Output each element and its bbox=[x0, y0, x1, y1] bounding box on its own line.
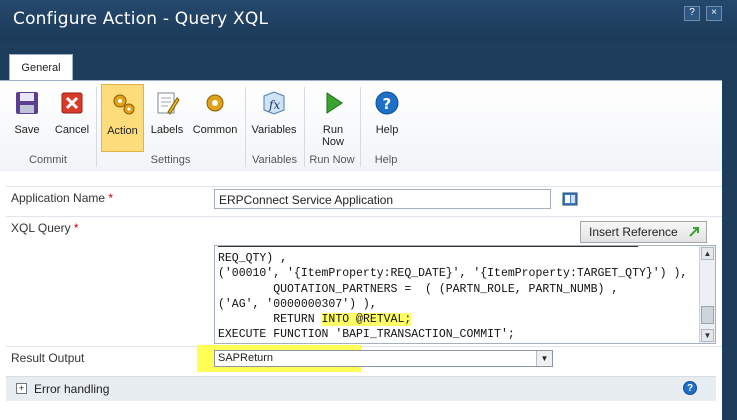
help-icon[interactable]: ? bbox=[683, 381, 697, 395]
code-line: EXECUTE FUNCTION 'BAPI_TRANSACTION_COMMI… bbox=[218, 328, 515, 342]
variables-button[interactable]: fx Variables bbox=[248, 84, 300, 150]
scroll-thumb[interactable] bbox=[701, 306, 714, 324]
help-button[interactable]: ? Help bbox=[365, 84, 409, 150]
window-help-icon[interactable]: ? bbox=[684, 6, 700, 21]
group-commit-label: Commit bbox=[29, 154, 67, 166]
highlighted-code: INTO @RETVAL; bbox=[321, 313, 412, 327]
common-button[interactable]: Common bbox=[190, 84, 240, 150]
title-bar: Configure Action - Query XQL ? × bbox=[0, 0, 737, 42]
scroll-down-icon[interactable]: ▼ bbox=[701, 329, 714, 342]
tab-general[interactable]: General bbox=[9, 54, 73, 82]
editor-scrollbar[interactable]: ▲ ▼ bbox=[699, 246, 715, 343]
application-name-field[interactable]: ERPConnect Service Application bbox=[214, 189, 551, 209]
svg-text:fx: fx bbox=[268, 98, 280, 112]
labels-edit-icon bbox=[157, 92, 180, 115]
result-output-label: Result Output bbox=[11, 351, 85, 365]
xql-code: REQ_QTY) , ('00010', '{ItemProperty:REQ_D… bbox=[218, 246, 696, 343]
group-settings-label: Settings bbox=[150, 154, 191, 166]
save-button[interactable]: Save bbox=[5, 84, 49, 150]
svg-text:?: ? bbox=[383, 95, 392, 113]
action-label: Action bbox=[107, 125, 138, 137]
ribbon: Save Cancel Action Labels Common fx Vari… bbox=[0, 80, 722, 172]
result-output-select[interactable]: SAPReturn ▼ bbox=[214, 350, 553, 367]
group-variables-label: Variables bbox=[251, 154, 298, 166]
result-output-value: SAPReturn bbox=[218, 352, 274, 364]
insert-reference-label: Insert Reference bbox=[589, 225, 678, 239]
variables-label: Variables bbox=[251, 124, 297, 136]
code-line: ('00010', '{ItemProperty:REQ_DATE}', '{I… bbox=[218, 267, 688, 281]
code-line: RETURN INTO @RETVAL; bbox=[218, 312, 696, 327]
cancel-button[interactable]: Cancel bbox=[52, 84, 92, 150]
xql-query-editor[interactable]: REQ_QTY) , ('00010', '{ItemProperty:REQ_D… bbox=[214, 245, 716, 344]
labels-label: Labels bbox=[150, 124, 184, 136]
insert-reference-button[interactable]: Insert Reference bbox=[580, 221, 707, 243]
scroll-up-icon[interactable]: ▲ bbox=[701, 247, 714, 260]
help-label: Help bbox=[375, 124, 399, 136]
function-fx-icon: fx bbox=[263, 91, 285, 115]
gear-icon bbox=[206, 94, 224, 112]
error-handling-label: Error handling bbox=[34, 382, 110, 396]
code-line: REQ_QTY) , bbox=[218, 252, 288, 265]
page-scrollbar[interactable] bbox=[722, 42, 737, 420]
insert-arrow-icon bbox=[689, 227, 699, 237]
group-help-label: Help bbox=[374, 154, 398, 166]
cancel-label: Cancel bbox=[54, 124, 90, 136]
close-icon[interactable]: × bbox=[706, 6, 722, 21]
cancel-x-icon bbox=[61, 92, 83, 114]
ribbon-tab-bar: General bbox=[0, 42, 722, 82]
labels-button[interactable]: Labels bbox=[146, 84, 188, 150]
code-line: QUOTATION_PARTNERS = ( (PARTN_ROLE, PART… bbox=[218, 282, 619, 296]
play-icon bbox=[326, 92, 343, 114]
application-name-label: Application Name * bbox=[11, 191, 114, 205]
expand-icon[interactable]: + bbox=[16, 383, 27, 394]
error-handling-section[interactable]: + Error handling ? bbox=[6, 376, 716, 401]
xql-query-label: XQL Query * bbox=[11, 221, 79, 235]
address-book-icon[interactable] bbox=[562, 192, 578, 206]
gears-icon bbox=[113, 94, 134, 115]
help-icon: ? bbox=[375, 91, 399, 115]
group-run-now-label: Run Now bbox=[309, 154, 355, 166]
action-button[interactable]: Action bbox=[101, 84, 144, 152]
save-label: Save bbox=[14, 124, 40, 136]
code-line: ('AG', '0000000307') ), bbox=[218, 297, 377, 311]
window-title: Configure Action - Query XQL bbox=[13, 9, 269, 29]
chevron-down-icon[interactable]: ▼ bbox=[536, 351, 552, 366]
code-fragment: RETURN bbox=[218, 313, 322, 327]
common-label: Common bbox=[192, 124, 238, 136]
run-now-button[interactable]: Run Now bbox=[310, 84, 356, 150]
save-disk-icon bbox=[16, 92, 38, 114]
run-now-label: Run Now bbox=[321, 124, 344, 148]
